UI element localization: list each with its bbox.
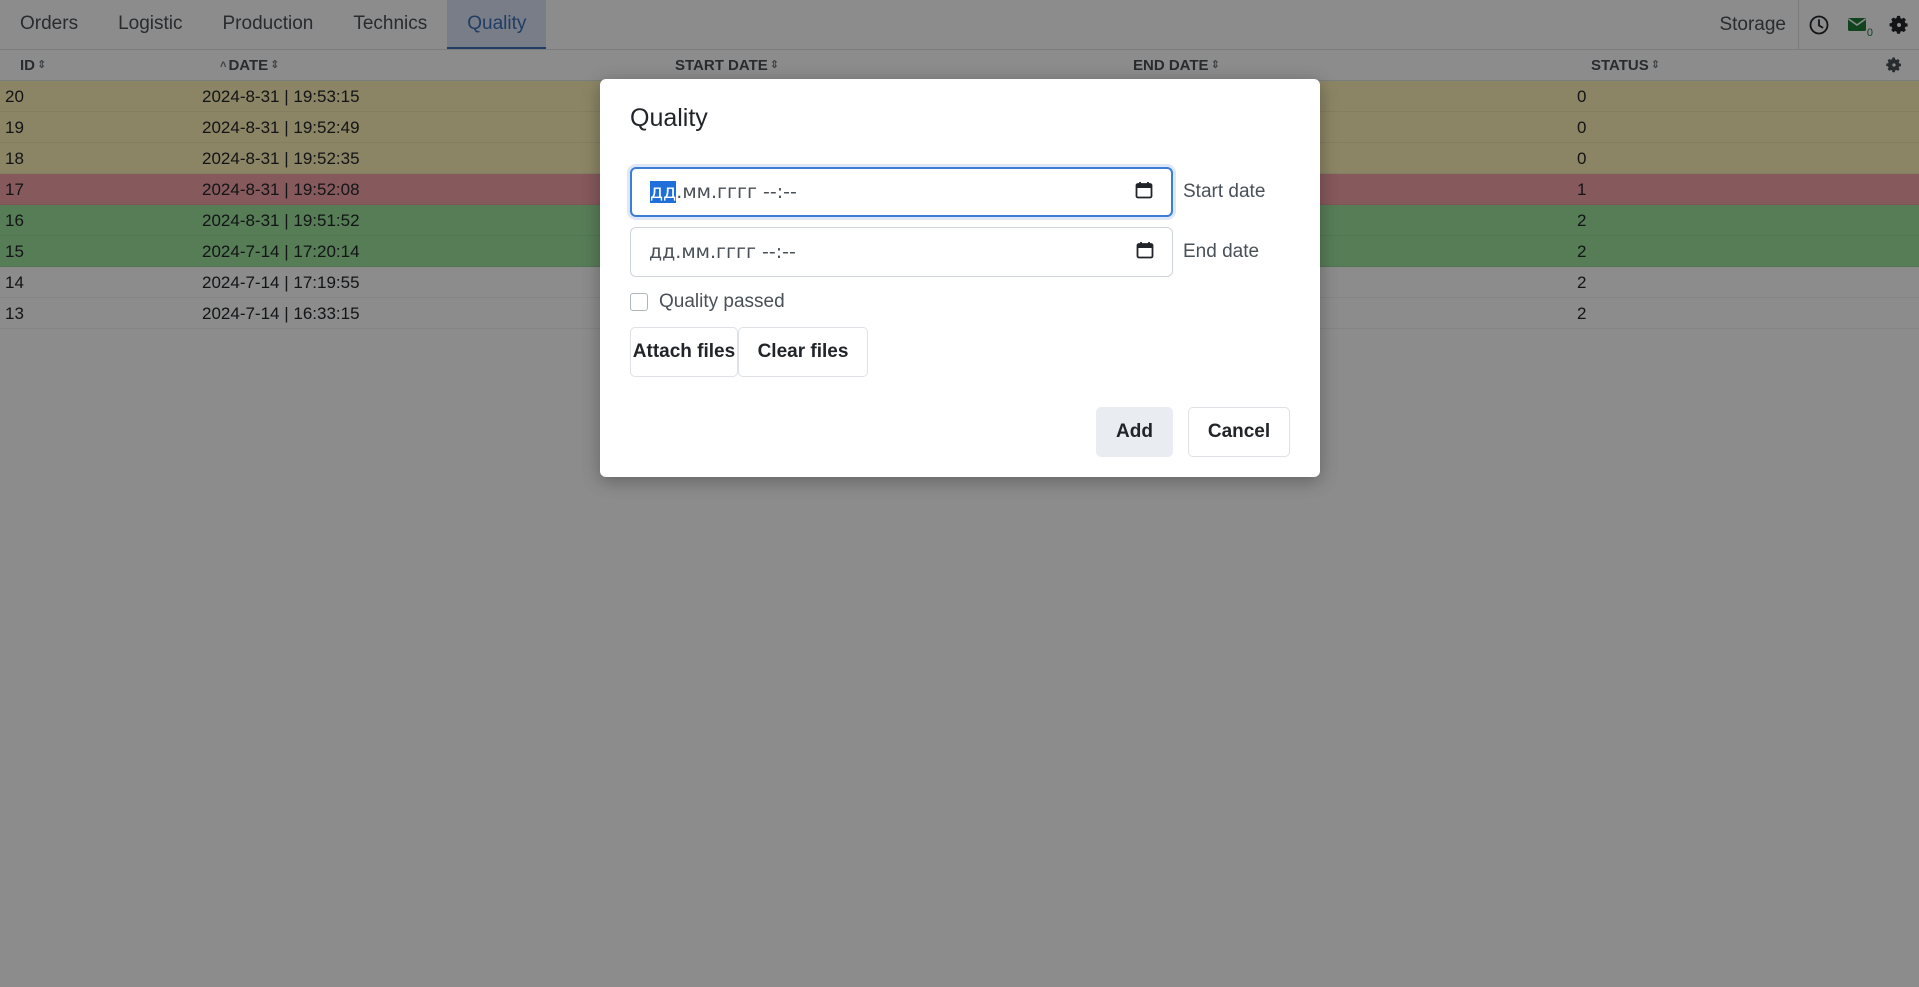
quality-dialog: [600, 79, 1320, 477]
